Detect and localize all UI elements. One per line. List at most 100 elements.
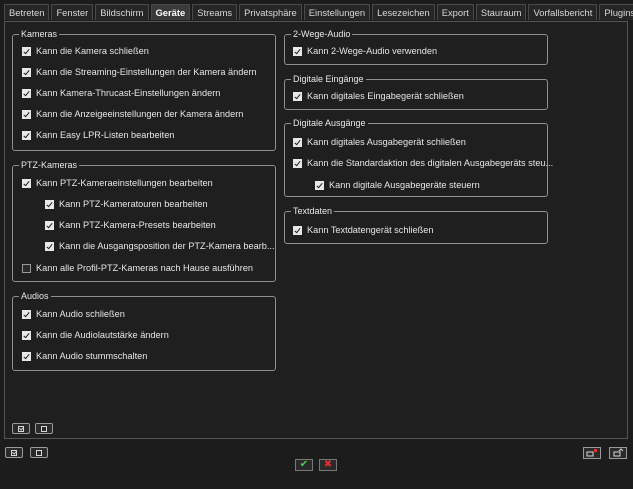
tab-plugins[interactable]: Plugins: [599, 4, 633, 20]
import-icon: [613, 448, 624, 457]
checkbox[interactable]: [45, 220, 54, 230]
select-none-button[interactable]: [35, 423, 53, 434]
checkbox[interactable]: [22, 67, 31, 77]
perm-label: Kann alle Profil-PTZ-Kameras nach Hause …: [36, 263, 254, 273]
perm-din-0[interactable]: Kann digitales Eingabegerät schließen: [293, 89, 464, 103]
perm-audios-0[interactable]: Kann Audio schließen: [22, 307, 125, 321]
checkbox[interactable]: [293, 158, 302, 168]
devices-panel: Kameras Kann die Kamera schließen Kann d…: [4, 21, 628, 439]
cancel-button[interactable]: ✖: [319, 459, 337, 471]
checkbox[interactable]: [22, 178, 31, 188]
group-title-din: Digitale Eingänge: [291, 73, 366, 85]
perm-label: Kann digitale Ausgabegeräte steuern: [329, 180, 480, 190]
group-title-dout: Digitale Ausgänge: [291, 117, 368, 129]
checkbox[interactable]: [293, 46, 302, 56]
group-kameras: Kameras Kann die Kamera schließen Kann d…: [12, 28, 276, 151]
checkbox[interactable]: [293, 137, 302, 147]
perm-kameras-4[interactable]: Kann Easy LPR-Listen bearbeiten: [22, 128, 174, 142]
perm-dout-1[interactable]: Kann die Standardaktion des digitalen Au…: [293, 156, 553, 170]
perm-kameras-2[interactable]: Kann Kamera-Thrucast-Einstellungen änder…: [22, 86, 220, 100]
checkbox[interactable]: [22, 263, 31, 273]
perm-audios-2[interactable]: Kann Audio stummschalten: [22, 349, 147, 363]
checkbox[interactable]: [45, 241, 54, 251]
checkbox[interactable]: [22, 309, 31, 319]
perm-label: Kann Audio schließen: [36, 309, 125, 319]
perm-label: Kann die Ausgangsposition der PTZ-Kamera…: [59, 241, 275, 251]
checkbox[interactable]: [22, 330, 31, 340]
tab-lesezeichen[interactable]: Lesezeichen: [372, 4, 435, 20]
group-title-text: Textdaten: [291, 205, 335, 217]
group-title-ptz: PTZ-Kameras: [19, 159, 80, 171]
tab-geraete[interactable]: Geräte: [150, 4, 191, 20]
perm-kameras-0[interactable]: Kann die Kamera schließen: [22, 44, 149, 58]
perm-label: Kann Audio stummschalten: [36, 351, 148, 361]
perm-ptz-1[interactable]: Kann PTZ-Kameratouren bearbeiten: [45, 197, 208, 211]
global-select-none-button[interactable]: [30, 447, 48, 458]
perm-label: Kann digitales Ausgabegerät schließen: [307, 137, 466, 147]
perm-label: Kann PTZ-Kameraeinstellungen bearbeiten: [36, 178, 213, 188]
checkbox[interactable]: [45, 199, 54, 209]
perm-label: Kann die Anzeigeeinstellungen der Kamera…: [36, 109, 244, 119]
check-all-icon: [11, 449, 17, 456]
checkbox[interactable]: [22, 88, 31, 98]
perm-label: Kann die Kamera schließen: [36, 46, 149, 56]
perm-label: Kann Textdatengerät schließen: [307, 225, 434, 235]
perm-text-0[interactable]: Kann Textdatengerät schließen: [293, 223, 434, 237]
checkbox[interactable]: [315, 180, 324, 190]
uncheck-all-icon: [36, 449, 42, 456]
checkbox[interactable]: [293, 91, 302, 101]
tab-vorfallsbericht[interactable]: Vorfallsbericht: [528, 4, 598, 20]
perm-label: Kann PTZ-Kameratouren bearbeiten: [59, 199, 208, 209]
checkbox[interactable]: [22, 130, 31, 140]
perm-dout-0[interactable]: Kann digitales Ausgabegerät schließen: [293, 135, 466, 149]
tab-bildschirm[interactable]: Bildschirm: [95, 4, 149, 20]
perm-kameras-3[interactable]: Kann die Anzeigeeinstellungen der Kamera…: [22, 107, 243, 121]
ok-button[interactable]: ✔: [295, 459, 313, 471]
group-ptz-kameras: PTZ-Kameras Kann PTZ-Kameraeinstellungen…: [12, 159, 276, 282]
tab-stauraum[interactable]: Stauraum: [475, 4, 527, 20]
checkbox[interactable]: [22, 351, 31, 361]
perm-dout-2[interactable]: Kann digitale Ausgabegeräte steuern: [315, 178, 480, 192]
perm-label: Kann die Audiolautstärke ändern: [36, 330, 169, 340]
cross-icon: ✖: [323, 459, 333, 470]
group-title-audios: Audios: [19, 290, 51, 302]
perm-label: Kann Easy LPR-Listen bearbeiten: [36, 130, 175, 140]
perm-label: Kann 2-Wege-Audio verwenden: [307, 46, 438, 56]
group-digitale-ausgaenge: Digitale Ausgänge Kann digitales Ausgabe…: [284, 117, 553, 197]
import-button[interactable]: [609, 447, 627, 459]
uncheck-all-icon: [41, 425, 47, 432]
group-title-kameras: Kameras: [19, 28, 60, 40]
perm-ptz-4[interactable]: Kann alle Profil-PTZ-Kameras nach Hause …: [22, 261, 253, 275]
perm-label: Kann digitales Eingabegerät schließen: [307, 91, 464, 101]
select-all-button[interactable]: [12, 423, 30, 434]
export-button[interactable]: [583, 447, 601, 459]
checkbox[interactable]: [22, 109, 31, 119]
export-icon: [586, 449, 597, 457]
perm-ptz-3[interactable]: Kann die Ausgangsposition der PTZ-Kamera…: [45, 239, 275, 253]
perm-label: Kann die Streaming-Einstellungen der Kam…: [36, 67, 257, 77]
tab-einstellungen[interactable]: Einstellungen: [303, 4, 371, 20]
check-icon: ✔: [299, 459, 309, 470]
perm-label: Kann die Standardaktion des digitalen Au…: [307, 158, 554, 168]
tab-bar: Betreten Fenster Bildschirm Geräte Strea…: [4, 4, 633, 22]
tab-streams[interactable]: Streams: [192, 4, 238, 20]
group-2-wege-audio: 2-Wege-Audio Kann 2-Wege-Audio verwenden: [284, 28, 548, 65]
check-all-icon: [18, 425, 24, 432]
perm-twoway-0[interactable]: Kann 2-Wege-Audio verwenden: [293, 44, 437, 58]
checkbox[interactable]: [293, 225, 302, 235]
global-select-all-button[interactable]: [5, 447, 23, 458]
tab-betreten[interactable]: Betreten: [4, 4, 50, 20]
perm-label: Kann PTZ-Kamera-Presets bearbeiten: [59, 220, 216, 230]
checkbox[interactable]: [22, 46, 31, 56]
perm-ptz-0[interactable]: Kann PTZ-Kameraeinstellungen bearbeiten: [22, 176, 213, 190]
perm-label: Kann Kamera-Thrucast-Einstellungen änder…: [36, 88, 221, 98]
tab-export[interactable]: Export: [436, 4, 474, 20]
group-title-twoway: 2-Wege-Audio: [291, 28, 353, 40]
tab-fenster[interactable]: Fenster: [51, 4, 94, 20]
perm-audios-1[interactable]: Kann die Audiolautstärke ändern: [22, 328, 169, 342]
perm-ptz-2[interactable]: Kann PTZ-Kamera-Presets bearbeiten: [45, 218, 216, 232]
group-audios: Audios Kann Audio schließen Kann die Aud…: [12, 290, 276, 371]
tab-privatsphaere[interactable]: Privatsphäre: [239, 4, 302, 20]
perm-kameras-1[interactable]: Kann die Streaming-Einstellungen der Kam…: [22, 65, 257, 79]
group-digitale-eingaenge: Digitale Eingänge Kann digitales Eingabe…: [284, 73, 548, 110]
